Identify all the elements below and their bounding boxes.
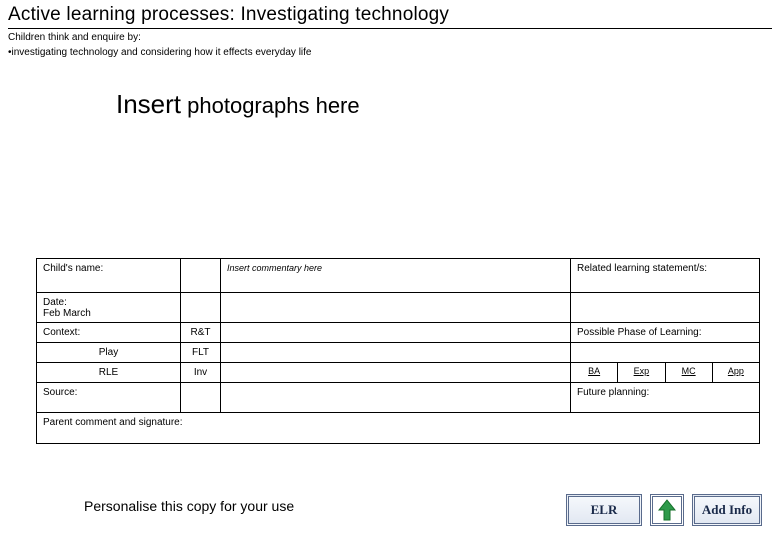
date-cell: Date: Feb March	[37, 293, 181, 322]
related-span1	[571, 293, 759, 322]
subtitle-line2: •investigating technology and considerin…	[8, 46, 772, 59]
commentary-span4	[221, 363, 571, 382]
play-label: Play	[37, 343, 181, 362]
parent-comment-label: Parent comment and signature:	[37, 413, 759, 443]
commentary-cell[interactable]: Insert commentary here	[221, 259, 571, 292]
play-tag: FLT	[181, 343, 221, 362]
row-context: Context: R&T Possible Phase of Learning:	[37, 323, 759, 343]
child-name-label: Child's name:	[37, 259, 181, 292]
button-bar: ELR Add Info	[566, 494, 762, 526]
commentary-span1	[221, 293, 571, 322]
phase-label: Possible Phase of Learning:	[571, 323, 759, 342]
footer: Personalise this copy for your use ELR A…	[0, 474, 780, 540]
rle-tag: Inv	[181, 363, 221, 382]
add-info-button[interactable]: Add Info	[692, 494, 762, 526]
related-statements-label: Related learning statement/s:	[571, 259, 759, 292]
elr-button[interactable]: ELR	[566, 494, 642, 526]
page-title: Active learning processes: Investigating…	[8, 4, 772, 26]
phase-exp[interactable]: Exp	[618, 363, 665, 382]
phase-ba[interactable]: BA	[571, 363, 618, 382]
title-rule	[8, 28, 772, 29]
phase-app[interactable]: App	[713, 363, 759, 382]
form-grid: Child's name: Insert commentary here Rel…	[36, 258, 760, 444]
photo-placeholder-area: Insert photographs here	[0, 61, 780, 120]
source-tag	[181, 383, 221, 412]
child-name-tag	[181, 259, 221, 292]
arrow-up-icon	[658, 499, 676, 521]
future-planning-label: Future planning:	[571, 383, 759, 412]
up-arrow-button[interactable]	[650, 494, 684, 526]
date-value: Feb March	[43, 308, 174, 319]
phase-row: BA Exp MC App	[571, 363, 759, 382]
commentary-span2	[221, 323, 571, 342]
row-date: Date: Feb March	[37, 293, 759, 323]
phase-mc[interactable]: MC	[666, 363, 713, 382]
commentary-span5	[221, 383, 571, 412]
phase-span1	[571, 343, 759, 362]
rle-label: RLE	[37, 363, 181, 382]
subtitle-line1: Children think and enquire by:	[8, 31, 772, 44]
date-label: Date:	[43, 297, 174, 308]
context-tag: R&T	[181, 323, 221, 342]
row-play: Play FLT	[37, 343, 759, 363]
context-label: Context:	[37, 323, 181, 342]
photo-placeholder-text: Insert photographs here	[116, 93, 360, 118]
row-name-commentary: Child's name: Insert commentary here Rel…	[37, 259, 759, 293]
row-rle: RLE Inv BA Exp MC App	[37, 363, 759, 383]
commentary-span3	[221, 343, 571, 362]
header: Active learning processes: Investigating…	[0, 0, 780, 61]
personalise-text: Personalise this copy for your use	[84, 498, 294, 514]
row-source: Source: Future planning:	[37, 383, 759, 413]
date-tag	[181, 293, 221, 322]
row-parent: Parent comment and signature:	[37, 413, 759, 443]
source-label: Source:	[37, 383, 181, 412]
